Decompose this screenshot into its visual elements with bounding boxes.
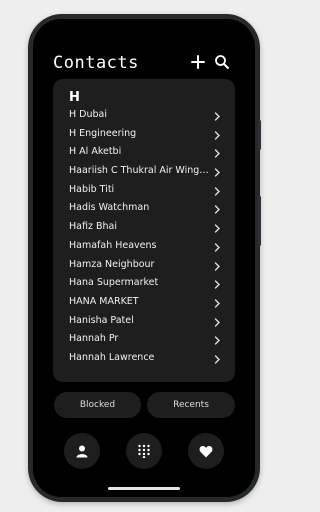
dialpad-icon <box>138 444 150 458</box>
search-icon[interactable] <box>213 53 231 71</box>
contacts-tab[interactable] <box>64 433 100 469</box>
chevron-right-icon <box>214 112 220 121</box>
screen: Contacts H H Dubai H Engineering H Al Aket… <box>33 19 255 497</box>
contact-row[interactable]: Hanisha Patel <box>53 313 235 332</box>
contact-name: Haariish C Thukral Air Wings... <box>69 165 209 177</box>
contact-name: HANA MARKET <box>69 295 139 307</box>
contact-row[interactable]: Habib Titi <box>53 182 235 201</box>
contact-name: Hanisha Patel <box>69 314 134 326</box>
contact-name: H Dubai <box>69 109 107 120</box>
contact-row[interactable]: Hannah Pr <box>53 331 235 350</box>
contact-row[interactable]: H Dubai <box>53 107 235 126</box>
contact-name: Hadis Watchman <box>69 202 150 214</box>
contact-name: Hamza Neighbour <box>69 258 155 270</box>
blocked-label: Blocked <box>79 400 116 410</box>
contact-row[interactable]: Hamza Neighbour <box>53 257 235 276</box>
chevron-right-icon <box>214 149 220 159</box>
contact-row[interactable]: Hana Supermarket <box>53 275 235 294</box>
side-button <box>258 120 261 150</box>
chevron-right-icon <box>214 187 220 196</box>
blocked-button[interactable]: Blocked <box>54 392 141 418</box>
contact-row[interactable]: Hannah Lawrence <box>53 350 235 369</box>
chevron-right-icon <box>214 317 220 327</box>
chevron-right-icon <box>214 280 220 289</box>
contact-name: Hana Supermarket <box>69 277 159 289</box>
contact-row[interactable]: Hamafah Heavens <box>53 238 235 257</box>
dialpad-tab[interactable] <box>126 433 162 469</box>
contact-name: Hannah Pr <box>69 333 119 345</box>
recents-label: Recents <box>173 400 209 410</box>
chevron-right-icon <box>214 205 220 215</box>
contact-row[interactable]: Hadis Watchman <box>53 200 235 219</box>
contact-name: Hannah Lawrence <box>69 351 155 363</box>
contact-name: Hafiz Bhai <box>69 221 117 233</box>
contact-name: Habib Titi <box>69 183 115 195</box>
chevron-right-icon <box>214 261 220 271</box>
chevron-right-icon <box>214 299 220 308</box>
contact-rows: H Dubai H Engineering H Al Aketbi Haariish … <box>53 107 235 369</box>
chevron-right-icon <box>214 243 220 252</box>
chevron-right-icon <box>214 224 220 233</box>
section-header: H <box>69 90 80 105</box>
heart-icon <box>199 445 213 457</box>
contact-list: H H Dubai H Engineering H Al Aketbi Haariis… <box>53 79 235 382</box>
recents-button[interactable]: Recents <box>147 392 235 418</box>
contact-name: Hamafah Heavens <box>69 239 157 251</box>
side-button <box>258 196 261 246</box>
contact-name: H Al Aketbi <box>69 146 122 158</box>
chevron-right-icon <box>214 168 220 177</box>
contact-row[interactable]: Hafiz Bhai <box>53 219 235 238</box>
chevron-right-icon <box>214 336 220 345</box>
favorites-tab[interactable] <box>188 433 224 469</box>
home-indicator[interactable] <box>108 487 180 490</box>
contact-row[interactable]: H Engineering <box>53 126 235 145</box>
chevron-right-icon <box>214 355 220 364</box>
add-icon[interactable] <box>189 53 207 71</box>
contact-name: H Engineering <box>69 127 137 139</box>
contact-row[interactable]: HANA MARKET <box>53 294 235 313</box>
chevron-right-icon <box>214 130 220 140</box>
contact-row[interactable]: Haariish C Thukral Air Wings... <box>53 163 235 182</box>
contact-row[interactable]: H Al Aketbi <box>53 144 235 163</box>
app-title: Contacts <box>53 53 139 73</box>
person-icon <box>76 445 88 458</box>
